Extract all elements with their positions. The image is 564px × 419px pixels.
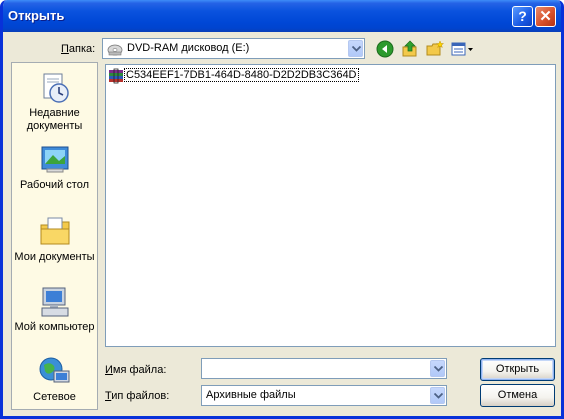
place-network[interactable]: Сетевое bbox=[12, 355, 97, 404]
cancel-button[interactable]: Отмена bbox=[480, 384, 555, 407]
lookin-label-accel: П bbox=[61, 43, 69, 55]
close-button[interactable]: ✕ bbox=[535, 6, 556, 27]
back-icon[interactable] bbox=[376, 40, 394, 58]
desktop-icon bbox=[38, 143, 72, 177]
open-dialog: Открыть ? ✕ Папка: DVD-RAM дисковод (E:) bbox=[0, 0, 564, 419]
lookin-dropdown-arrow[interactable] bbox=[348, 40, 363, 57]
place-label-network: Сетевое bbox=[33, 391, 76, 403]
place-my-computer[interactable]: Мой компьютер bbox=[12, 285, 97, 334]
recent-documents-icon bbox=[38, 71, 72, 105]
dvd-drive-icon bbox=[107, 41, 123, 60]
window-title: Открыть bbox=[8, 8, 65, 23]
place-recent-documents[interactable]: Недавние документы bbox=[12, 71, 97, 133]
file-list[interactable]: C534EEF1-7DB1-464D-8480-D2D2DB3C364D bbox=[105, 64, 556, 347]
archive-file-icon bbox=[108, 68, 124, 87]
filename-label-accel: И bbox=[105, 364, 113, 376]
new-folder-icon[interactable] bbox=[426, 40, 445, 58]
place-label-my-computer: Мой компьютер bbox=[14, 321, 95, 333]
filetype-dropdown-arrow[interactable] bbox=[430, 387, 445, 404]
filename-dropdown-arrow[interactable] bbox=[430, 360, 445, 377]
help-button[interactable]: ? bbox=[512, 6, 533, 27]
file-name: C534EEF1-7DB1-464D-8480-D2D2DB3C364D bbox=[124, 68, 359, 82]
title-bar[interactable]: Открыть ? ✕ bbox=[3, 0, 561, 32]
chevron-down-icon bbox=[352, 46, 361, 52]
filetype-value: Архивные файлы bbox=[206, 389, 296, 401]
place-my-documents[interactable]: Мои документы bbox=[12, 215, 97, 264]
my-computer-icon bbox=[38, 285, 72, 319]
filename-label: Имя файла: bbox=[105, 364, 166, 376]
up-folder-icon[interactable] bbox=[401, 40, 419, 58]
chevron-down-icon bbox=[434, 366, 443, 372]
network-icon bbox=[38, 355, 72, 389]
filename-combo[interactable] bbox=[201, 358, 447, 379]
places-bar: Недавние документы Рабочий стол Мои доку… bbox=[11, 62, 98, 410]
lookin-value: DVD-RAM дисковод (E:) bbox=[127, 42, 250, 54]
filetype-label-rest: ип файлов: bbox=[111, 390, 170, 402]
my-documents-icon bbox=[38, 215, 72, 249]
filename-label-rest: мя файла: bbox=[112, 364, 167, 376]
chevron-down-icon bbox=[434, 393, 443, 399]
place-label-recent: Недавние документы bbox=[26, 107, 83, 132]
place-label-desktop: Рабочий стол bbox=[19, 179, 90, 191]
open-button[interactable]: Открыть bbox=[480, 358, 555, 381]
filetype-combo[interactable]: Архивные файлы bbox=[201, 385, 447, 406]
place-desktop[interactable]: Рабочий стол bbox=[12, 143, 97, 192]
place-label-my-documents: Мои документы bbox=[14, 251, 95, 263]
lookin-combo[interactable]: DVD-RAM дисковод (E:) bbox=[102, 38, 365, 59]
view-menu-icon[interactable] bbox=[451, 40, 475, 58]
lookin-label-rest: апка: bbox=[68, 43, 96, 55]
filetype-label: Тип файлов: bbox=[105, 390, 169, 402]
lookin-label: Папка: bbox=[61, 43, 95, 55]
